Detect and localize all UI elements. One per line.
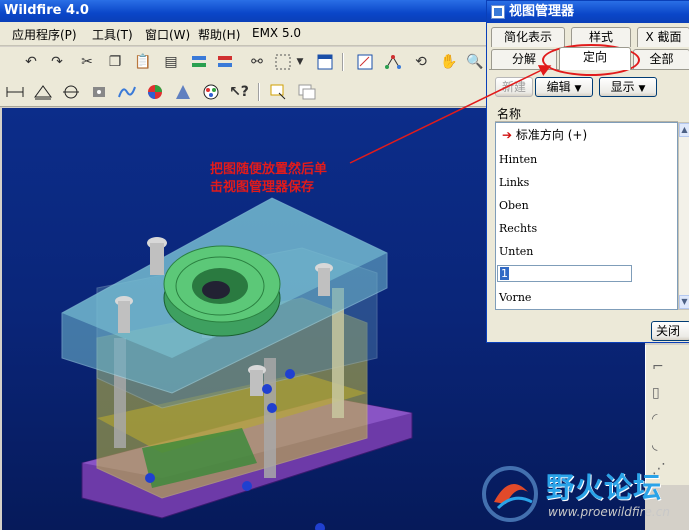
scroll-up-icon[interactable]: ▲ bbox=[679, 123, 689, 137]
curve-icon[interactable] bbox=[116, 81, 138, 103]
note-icon[interactable] bbox=[268, 81, 290, 103]
watermark-name: 野火论坛 bbox=[546, 471, 663, 504]
list-item-label: 标准方向 (+) bbox=[515, 128, 588, 142]
menu-tools[interactable]: 工具(T) bbox=[92, 26, 133, 43]
menu-window[interactable]: 窗口(W) bbox=[145, 26, 190, 43]
plane-icon[interactable] bbox=[32, 81, 54, 103]
watermark-url: www.proewildfire.cn bbox=[548, 505, 670, 519]
zoom-icon[interactable]: 🔍 bbox=[464, 51, 486, 73]
regen-manager-icon[interactable] bbox=[214, 51, 236, 73]
axis-icon[interactable] bbox=[60, 81, 82, 103]
cut-icon[interactable]: ✂ bbox=[76, 51, 98, 73]
name-column-header[interactable]: 名称 bbox=[495, 106, 678, 122]
note-stack-icon[interactable] bbox=[296, 81, 318, 103]
color-icon[interactable] bbox=[200, 81, 222, 103]
list-item[interactable]: Vorne bbox=[499, 291, 531, 304]
list-item[interactable]: Hinten bbox=[499, 153, 537, 166]
new-button[interactable]: 新建 bbox=[495, 77, 533, 97]
find-icon[interactable]: ⚯ bbox=[246, 51, 268, 73]
list-item-standard[interactable]: ➔ 标准方向 (+) bbox=[502, 126, 587, 143]
annotation-line-1: 把图随便放置然后单 bbox=[210, 162, 328, 177]
dimension-icon[interactable] bbox=[4, 81, 26, 103]
round-icon[interactable]: ◟ bbox=[652, 437, 657, 453]
view-list[interactable]: ➔ 标准方向 (+) Hinten Links Oben Rechts Unte… bbox=[495, 122, 678, 310]
list-item[interactable]: Rechts bbox=[499, 222, 537, 235]
menu-help[interactable]: 帮助(H) bbox=[198, 26, 240, 43]
chevron-down-icon: ▼ bbox=[638, 84, 646, 94]
regenerate-icon[interactable] bbox=[188, 51, 210, 73]
close-button[interactable]: 关闭 bbox=[651, 321, 689, 341]
edit-label: 编辑 bbox=[546, 80, 571, 94]
paste-icon[interactable]: 📋 bbox=[132, 51, 154, 73]
tab-orient[interactable]: 定向 bbox=[559, 47, 631, 70]
tab-all[interactable]: 全部 bbox=[633, 49, 689, 69]
appearance-icon[interactable] bbox=[144, 81, 166, 103]
undo-icon[interactable]: ↶ bbox=[20, 51, 42, 73]
new-view-name-input[interactable]: 1 bbox=[497, 265, 632, 282]
copy-icon[interactable]: ❐ bbox=[104, 51, 126, 73]
extrude-icon[interactable]: ▯ bbox=[652, 385, 660, 401]
list-item[interactable]: Unten bbox=[499, 245, 533, 258]
tab-x-section[interactable]: X 截面 bbox=[637, 27, 689, 47]
list-item[interactable]: Oben bbox=[499, 199, 529, 212]
display-menu-button[interactable]: 显示 ▼ bbox=[599, 77, 657, 97]
annotation-line-2: 击视图管理器保存 bbox=[210, 180, 315, 195]
point-icon[interactable] bbox=[88, 81, 110, 103]
redo-icon[interactable]: ↷ bbox=[46, 51, 68, 73]
help-cursor-icon[interactable]: ↖? bbox=[228, 81, 250, 103]
arrow-right-icon: ➔ bbox=[502, 128, 513, 142]
select-box-icon[interactable] bbox=[272, 51, 294, 73]
dropdown-icon[interactable]: ▼ bbox=[294, 51, 306, 73]
sketch-line-icon[interactable]: ⌐ bbox=[652, 359, 664, 375]
chevron-down-icon: ▼ bbox=[574, 84, 582, 94]
menu-emx[interactable]: EMX 5.0 bbox=[252, 26, 301, 40]
dialog-title-bar[interactable]: 视图管理器 bbox=[487, 1, 689, 23]
display-label: 显示 bbox=[610, 80, 635, 94]
edit-menu-button[interactable]: 编辑 ▼ bbox=[535, 77, 593, 97]
edit-value: 1 bbox=[500, 267, 509, 280]
view-manager-icon bbox=[491, 5, 505, 19]
menu-applications[interactable]: 应用程序(P) bbox=[12, 26, 77, 43]
side-toolbar-partial: ⌐ ▯ ◜ ◟ ⋰ bbox=[645, 345, 689, 485]
view-manager-dialog: 视图管理器 简化表示 样式 X 截面 分解 定向 全部 新建 编辑 ▼ 显示 ▼… bbox=[486, 0, 689, 343]
list-scrollbar[interactable]: ▲ ▼ bbox=[678, 122, 689, 310]
paste-special-icon[interactable]: ▤ bbox=[160, 51, 182, 73]
forum-logo-mark bbox=[482, 466, 538, 522]
scroll-down-icon[interactable]: ▼ bbox=[679, 295, 689, 309]
dialog-title: 视图管理器 bbox=[509, 4, 575, 19]
analysis-icon[interactable] bbox=[172, 81, 194, 103]
spin-icon[interactable]: ⟲ bbox=[410, 51, 432, 73]
tab-simplified-rep[interactable]: 简化表示 bbox=[491, 27, 565, 47]
sketch-icon[interactable] bbox=[354, 51, 376, 73]
window-title: Wildfire 4.0 bbox=[4, 3, 89, 18]
window-icon[interactable] bbox=[314, 51, 336, 73]
datum-icon[interactable] bbox=[382, 51, 404, 73]
list-item[interactable]: Links bbox=[499, 176, 529, 189]
pan-icon[interactable]: ✋ bbox=[438, 51, 460, 73]
arc-icon[interactable]: ◜ bbox=[652, 411, 657, 427]
